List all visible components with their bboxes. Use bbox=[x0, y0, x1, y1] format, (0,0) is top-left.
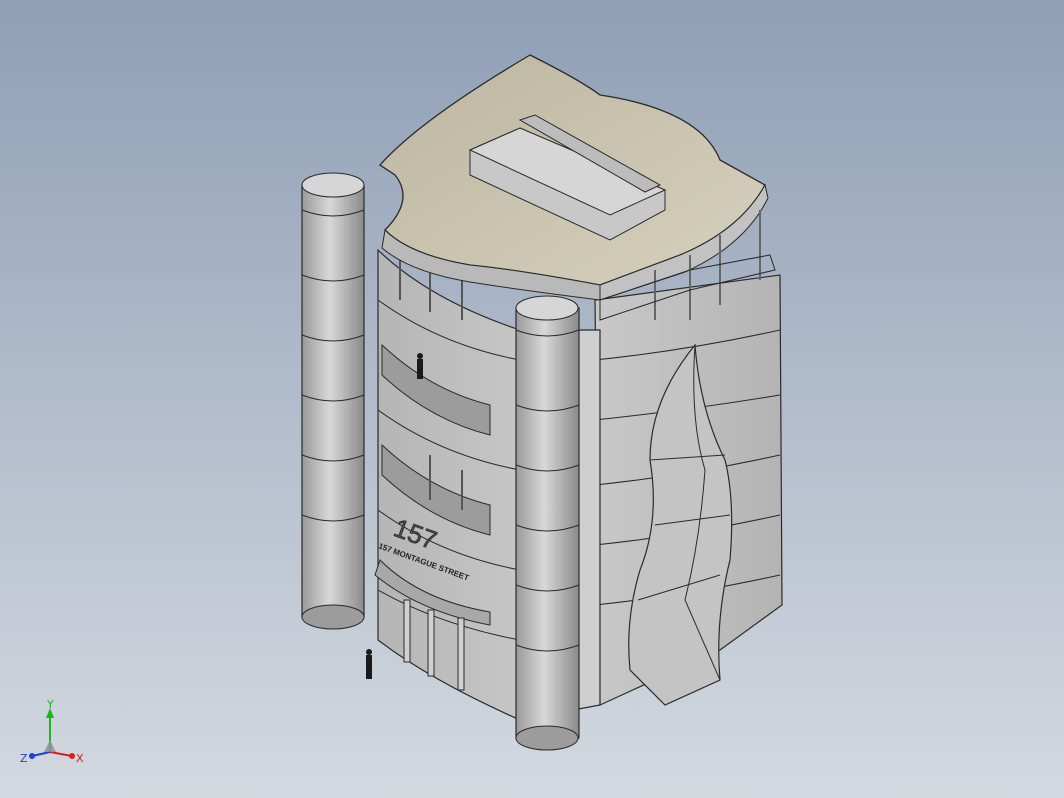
axis-triad[interactable]: Y X Z bbox=[16, 700, 88, 776]
y-axis-label: Y bbox=[46, 700, 54, 711]
left-column[interactable] bbox=[301, 172, 365, 630]
graphics-viewport[interactable]: 157 157 MONTAGUE STREET Y X Z bbox=[0, 0, 1064, 798]
x-axis-line bbox=[49, 751, 73, 757]
front-column[interactable] bbox=[515, 295, 580, 751]
model-view[interactable]: 157 157 MONTAGUE STREET bbox=[0, 0, 1064, 798]
person-figure-balcony bbox=[417, 353, 423, 379]
person-figure-entrance bbox=[366, 649, 372, 679]
z-axis-label: Z bbox=[20, 752, 28, 765]
x-axis-label: X bbox=[76, 752, 84, 765]
roof[interactable] bbox=[379, 54, 776, 321]
